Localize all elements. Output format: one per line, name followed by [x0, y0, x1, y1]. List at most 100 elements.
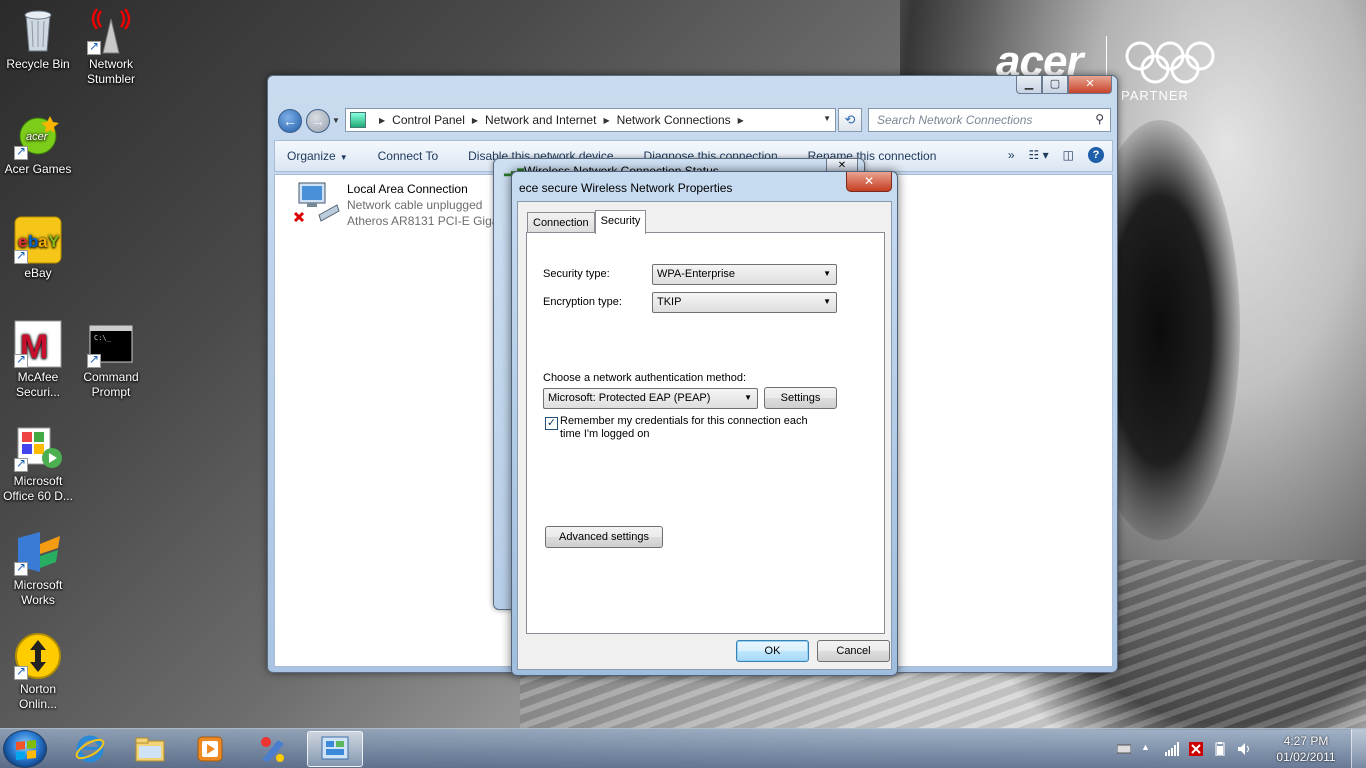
- preview-pane-icon[interactable]: ◫: [1063, 148, 1074, 162]
- desktop-icon-label: Network Stumbler: [86, 57, 136, 86]
- tab-connection[interactable]: Connection: [527, 212, 595, 233]
- start-button[interactable]: [3, 730, 47, 768]
- clock[interactable]: 4:27 PM 01/02/2011: [1261, 733, 1351, 765]
- taskbar-paint[interactable]: [245, 731, 301, 767]
- desktop-icon-label: McAfee Securi...: [15, 370, 60, 399]
- chevron-down-icon: ▼: [823, 297, 831, 306]
- forward-button[interactable]: →: [306, 109, 330, 133]
- encryption-type-select[interactable]: TKIP ▼: [652, 292, 837, 313]
- dialog-close-button[interactable]: ✕: [846, 172, 892, 192]
- security-type-select[interactable]: WPA-Enterprise ▼: [652, 264, 837, 285]
- ok-button[interactable]: OK: [736, 640, 809, 662]
- desktop-icon-label: Microsoft Office 60 D...: [3, 474, 73, 503]
- olympic-rings-icon: [1125, 41, 1215, 84]
- connection-name: Local Area Connection: [347, 182, 468, 196]
- recent-pages-dropdown[interactable]: ▼: [332, 116, 340, 125]
- keyboard-icon[interactable]: [1117, 742, 1131, 756]
- connection-adapter: Atheros AR8131 PCI-E Gigab: [347, 214, 506, 228]
- control-panel-icon: [350, 112, 366, 128]
- list-item-local-area-connection[interactable]: Local Area Connection Network cable unpl…: [293, 181, 505, 229]
- shortcut-arrow-icon: [87, 352, 101, 368]
- remember-credentials-checkbox[interactable]: ✓: [545, 417, 558, 430]
- breadcrumb-network-connections[interactable]: Network Connections ▶: [617, 113, 751, 127]
- security-tab-panel: Security type: WPA-Enterprise ▼ Encryptio…: [526, 232, 885, 634]
- desktop-icon-label: Command Prompt: [83, 370, 139, 399]
- network-adapter-icon: [293, 181, 341, 225]
- shortcut-arrow-icon: [14, 560, 28, 576]
- security-type-label: Security type:: [543, 268, 610, 280]
- desktop-icon-recycle-bin[interactable]: Recycle Bin: [0, 7, 76, 72]
- minimize-button[interactable]: ▁: [1016, 76, 1042, 94]
- breadcrumb-network-and-internet[interactable]: Network and Internet ▶: [485, 113, 617, 127]
- wireless-properties-dialog: ece secure Wireless Network Properties ✕…: [511, 171, 898, 676]
- security-alert-icon[interactable]: [1189, 742, 1203, 756]
- mcafee-icon: M: [14, 320, 62, 368]
- clock-date: 01/02/2011: [1276, 750, 1336, 764]
- battery-icon[interactable]: [1213, 742, 1227, 756]
- svg-text:C:\_: C:\_: [94, 334, 112, 342]
- search-icon[interactable]: ⚲: [1095, 112, 1104, 126]
- control-panel-icon: [321, 736, 349, 760]
- windows-logo-icon: [16, 739, 36, 761]
- taskbar-windows-explorer[interactable]: [122, 731, 178, 767]
- organize-menu[interactable]: Organize ▼: [287, 149, 348, 163]
- tab-security[interactable]: Security: [594, 210, 647, 234]
- close-button[interactable]: ✕: [1068, 76, 1112, 94]
- shortcut-arrow-icon: [14, 664, 28, 680]
- cancel-button[interactable]: Cancel: [817, 640, 890, 662]
- taskbar-internet-explorer[interactable]: [62, 731, 118, 767]
- back-button[interactable]: ←: [278, 109, 302, 133]
- advanced-settings-button[interactable]: Advanced settings: [545, 526, 663, 548]
- refresh-button[interactable]: ⟲: [838, 108, 862, 132]
- show-desktop-button[interactable]: [1351, 729, 1366, 768]
- taskbar: ▲ 4:27 PM 01/02/2011: [0, 728, 1366, 768]
- works-icon: [14, 528, 62, 576]
- desktop-icon-norton[interactable]: Norton Onlin...: [0, 632, 76, 712]
- shortcut-arrow-icon: [14, 352, 28, 368]
- settings-button[interactable]: Settings: [764, 387, 837, 409]
- svg-text:b: b: [28, 232, 38, 251]
- svg-text:a: a: [38, 232, 48, 251]
- desktop-icon-ebay[interactable]: ebaY eBay: [0, 216, 76, 281]
- volume-icon[interactable]: [1237, 742, 1251, 756]
- taskbar-media-player[interactable]: [182, 731, 238, 767]
- desktop-icon-label: Acer Games: [4, 162, 72, 176]
- connection-status: Network cable unplugged: [347, 198, 483, 212]
- desktop-icon-acer-games[interactable]: acer Acer Games: [0, 112, 76, 177]
- desktop-icon-command-prompt[interactable]: C:\_ Command Prompt: [73, 320, 149, 400]
- address-dropdown-icon[interactable]: ▼: [823, 114, 831, 123]
- search-input[interactable]: Search Network Connections ⚲: [868, 108, 1111, 132]
- taskbar-control-panel[interactable]: [307, 731, 363, 767]
- svg-text:Y: Y: [48, 232, 60, 251]
- address-arrow-icon[interactable]: ▶: [372, 116, 392, 125]
- shortcut-arrow-icon: [14, 248, 28, 264]
- chevron-down-icon: ▼: [744, 393, 752, 402]
- network-signal-icon[interactable]: [1165, 742, 1179, 756]
- help-icon[interactable]: ?: [1088, 147, 1104, 163]
- maximize-button[interactable]: ▢: [1042, 76, 1068, 94]
- office-icon: [14, 424, 62, 472]
- change-view-icon[interactable]: ☷ ▾: [1029, 148, 1049, 162]
- auth-method-select[interactable]: Microsoft: Protected EAP (PEAP) ▼: [543, 388, 758, 409]
- command-prompt-icon: C:\_: [87, 320, 135, 368]
- breadcrumb-control-panel[interactable]: Control Panel ▶: [392, 113, 485, 127]
- desktop-icon-network-stumbler[interactable]: Network Stumbler: [73, 7, 149, 87]
- desktop-icon-mcafee[interactable]: M McAfee Securi...: [0, 320, 76, 400]
- shortcut-arrow-icon: [14, 144, 28, 160]
- address-bar[interactable]: ▶ Control Panel ▶ Network and Internet ▶ N…: [345, 108, 836, 132]
- media-player-icon: [197, 736, 223, 762]
- desktop-icon-label: Recycle Bin: [6, 57, 70, 71]
- ebay-icon: ebaY: [14, 216, 62, 264]
- show-hidden-icons-icon[interactable]: ▲: [1141, 742, 1155, 756]
- desktop-icon-office[interactable]: Microsoft Office 60 D...: [0, 424, 76, 504]
- network-stumbler-icon: [87, 7, 135, 55]
- connect-to-button[interactable]: Connect To: [378, 149, 439, 163]
- dialog-title: ece secure Wireless Network Properties: [519, 181, 733, 195]
- desktop-icon-works[interactable]: Microsoft Works: [0, 528, 76, 608]
- logo-divider: [1106, 36, 1107, 80]
- windows-explorer-icon: [135, 737, 165, 762]
- system-tray: ▲ 4:27 PM 01/02/2011: [1117, 729, 1366, 768]
- shortcut-arrow-icon: [87, 39, 101, 55]
- acer-games-icon: acer: [14, 112, 62, 160]
- more-commands-button[interactable]: »: [1008, 148, 1015, 162]
